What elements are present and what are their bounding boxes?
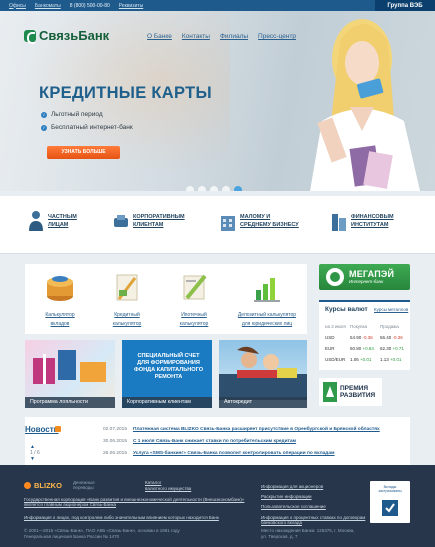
couple-in-car-image	[219, 346, 307, 400]
agreement-link[interactable]: Пользовательское соглашение	[261, 504, 326, 509]
controlling-persons-link[interactable]: Информация о лицах, под контролем либо з…	[24, 515, 219, 520]
metals-rates-tab[interactable]: Курсы металлов	[374, 307, 408, 312]
check-icon: ✓	[41, 124, 47, 131]
promo-autocredit[interactable]: Автокредит	[219, 340, 307, 408]
license: Генеральная лицензия Банка России № 1470	[24, 534, 120, 539]
slider-dot[interactable]	[222, 186, 230, 191]
phone-number: 8 (800) 500-00-80	[69, 2, 110, 9]
megapay-logo-icon	[326, 268, 344, 286]
promo-caption: Автокредит	[219, 397, 307, 408]
coins-icon	[47, 276, 73, 301]
top-bar: Офисы Банкоматы 8 (800) 500-00-80 Реквиз…	[0, 0, 435, 11]
gifts-image	[33, 350, 106, 384]
veb-group-link[interactable]: Группа ВЭБ	[375, 0, 435, 11]
news-item[interactable]: 30.06.2015 С 1 июля Связь-Банк снижает с…	[103, 439, 296, 444]
deposit-calculator-link[interactable]: Калькулятор вкладов	[30, 270, 90, 327]
logo-icon	[24, 29, 36, 44]
promo-corporate[interactable]: СПЕЦИАЛЬНЫЙ СЧЕТ ДЛЯ ФОРМИРОВАНИЯ ФОНДА …	[122, 340, 212, 408]
category-fin-institutions[interactable]: ФИНАНСОВЫМ ИНСТИТУТАМ	[331, 210, 394, 232]
catalog-link[interactable]: Каталог	[145, 480, 161, 485]
nav-about[interactable]: О Банке	[147, 33, 172, 40]
hero-banner[interactable]: СвязьБанк О Банке Контакты Филиалы Пресс…	[0, 11, 435, 191]
promo-caption: Корпоративным клиентам	[122, 397, 212, 408]
calculators-panel: Калькулятор вкладов Кредитный калькулято…	[25, 264, 307, 334]
check-icon: ✓	[41, 111, 47, 118]
requisites-link[interactable]: Реквизиты	[119, 3, 144, 9]
rate-row: USD/EUR 1.06 +0.01 1.13 +0.01	[325, 357, 402, 362]
learn-more-button[interactable]: УЗНАТЬ БОЛЬШЕ	[47, 146, 120, 159]
slider-dot[interactable]	[186, 186, 194, 191]
buildings-icon	[332, 214, 346, 231]
category-private[interactable]: ЧАСТНЫМ ЛИЦАМ	[28, 210, 77, 232]
footer: BLIZKO Денежные переводы Каталог валютно…	[0, 465, 435, 547]
bar-chart-icon	[254, 278, 280, 302]
person-icon	[29, 211, 43, 231]
deposit-insurance-badge[interactable]: Вклады застрахованы	[370, 481, 410, 523]
rate-row: EUR 60.80 +0.84 62.30 +0.71	[325, 346, 404, 351]
address: Место нахождения Банка: 125375, г. Москв…	[261, 528, 355, 533]
hero-title: КРЕДИТНЫЕ КАРТЫ	[39, 84, 212, 102]
nav-branches[interactable]: Филиалы	[220, 33, 248, 40]
slider-dot[interactable]	[210, 186, 218, 191]
promo-loyalty[interactable]: Программа лояльности	[25, 340, 115, 408]
insurance-shield-icon	[382, 500, 398, 516]
main-nav: О Банке Контакты Филиалы Пресс-центр	[147, 33, 306, 40]
offices-link[interactable]: Офисы	[9, 3, 26, 9]
nav-press[interactable]: Пресс-центр	[258, 33, 296, 40]
shareholders-link[interactable]: Информация для акционеров	[261, 484, 323, 489]
promo-caption: Программа лояльности	[25, 397, 115, 408]
category-corporate[interactable]: КОРПОРАТИВНЫМ КЛИЕНТАМ	[113, 210, 185, 232]
mortgage-calculator-link[interactable]: Ипотечный калькулятор	[164, 270, 224, 327]
news-item[interactable]: 02.07.2015 Платежная система BLIZKO Связ…	[103, 427, 380, 432]
slider-dot[interactable]	[198, 186, 206, 191]
next-arrow-icon: ▼	[30, 456, 35, 462]
premia-logo-icon	[323, 382, 337, 402]
copyright: © 2001—2015 «Связь-Банк», ПАО АКБ «Связь…	[24, 528, 180, 533]
news-pager[interactable]: ▲ 1 / 6 ▼	[30, 444, 40, 462]
premia-razvitiya-banner[interactable]: ПРЕМИЯ РАЗВИТИЯ	[319, 378, 382, 406]
news-panel: Новости ▲ 1 / 6 ▼ 02.07.2015 Платежная с…	[25, 417, 410, 465]
slider-dots	[186, 186, 246, 191]
blizko-icon	[24, 482, 31, 489]
catalog-link-2[interactable]: валютного имущества	[145, 486, 191, 491]
category-sme[interactable]: МАЛОМУ И СРЕДНЕМУ БИЗНЕСУ	[220, 210, 299, 232]
exchange-rates-widget: Курсы валют Курсы металлов на 2 июля Пок…	[319, 300, 410, 370]
atms-link[interactable]: Банкоматы	[35, 3, 61, 9]
woman-with-card-image	[310, 19, 420, 191]
rates-title: Курсы валют	[325, 306, 368, 313]
pencil-icon	[183, 274, 207, 300]
bank-logo[interactable]: СвязьБанк	[24, 28, 109, 44]
corporate-deposit-calculator-link[interactable]: Депозитный калькулятор для юридических л…	[231, 270, 303, 327]
client-categories: ЧАСТНЫМ ЛИЦАМ КОРПОРАТИВНЫМ КЛИЕНТАМ МАЛОМ…	[0, 196, 435, 254]
slider-dot-active[interactable]	[234, 186, 242, 191]
notepad-icon	[116, 274, 138, 301]
disclosure-link[interactable]: Раскрытие информации	[261, 494, 312, 499]
deposit-rates-info-link[interactable]: Информация о процентных ставках по догов…	[261, 515, 366, 525]
feature-item: ✓ Льготный период	[41, 111, 103, 118]
blizko-logo[interactable]: BLIZKO	[24, 481, 62, 490]
credit-calculator-link[interactable]: Кредитный калькулятор	[97, 270, 157, 327]
rate-row: USD 54.90 -0.36 56.40 -0.36	[325, 335, 403, 340]
office-icon	[221, 216, 235, 231]
rss-icon[interactable]	[55, 426, 61, 432]
nav-contacts[interactable]: Контакты	[182, 33, 210, 40]
promo-text: СПЕЦИАЛЬНЫЙ СЧЕТ ДЛЯ ФОРМИРОВАНИЯ ФОНДА …	[133, 353, 204, 380]
handshake-icon	[114, 215, 128, 227]
news-title[interactable]: Новости	[25, 425, 59, 434]
news-item[interactable]: 26.06.2015 Услуга «SMS-банкинг» Связь-Ба…	[103, 451, 335, 456]
feature-item: ✓ Бесплатный интернет-банк	[41, 124, 133, 131]
megapay-banner[interactable]: МЕГАПЭЙ Интернет-банк	[319, 264, 410, 290]
gk-veb-link[interactable]: Государственная корпорация «Банк развити…	[24, 497, 249, 507]
rates-header: на 2 июля Покупка Продажа	[325, 324, 399, 329]
address-street: ул. Тверская, д. 7	[261, 534, 298, 539]
